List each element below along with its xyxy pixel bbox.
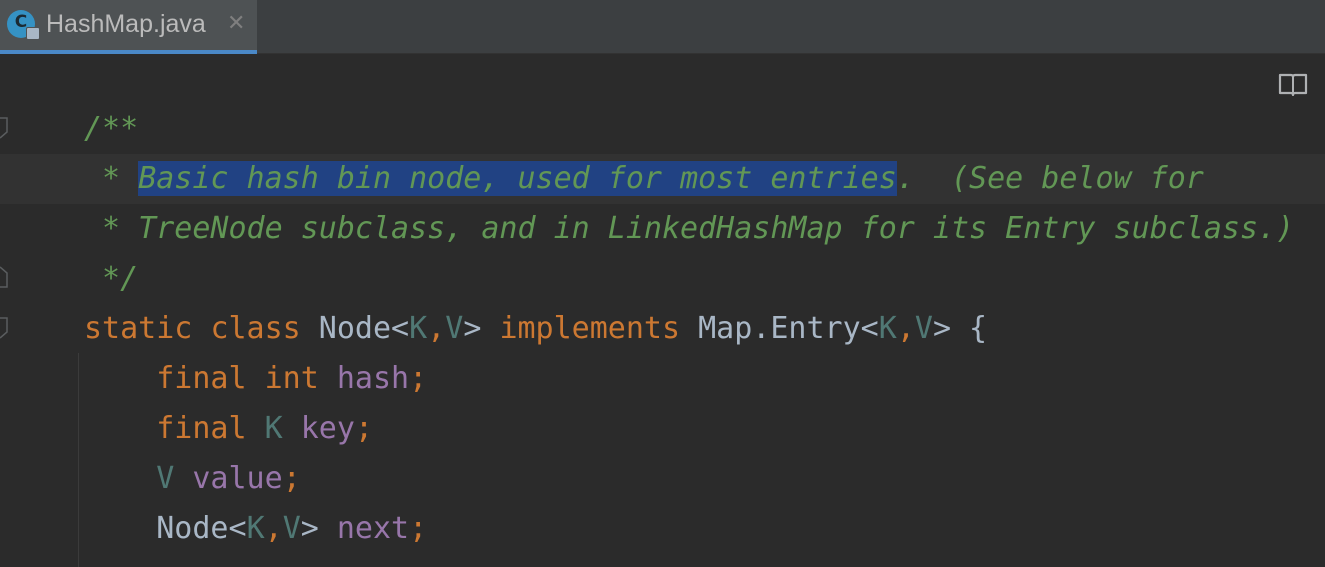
book-icon[interactable]	[1278, 72, 1308, 96]
code-line[interactable]: /**	[0, 104, 1325, 154]
class-declaration: static class Node<K,V> implements Map.En…	[84, 311, 988, 346]
code-line[interactable]: * TreeNode subclass, and in LinkedHashMa…	[0, 204, 1325, 254]
comment-text: * TreeNode subclass, and in LinkedHashMa…	[84, 211, 1295, 246]
field-declaration: V value;	[156, 461, 301, 496]
tab-title: HashMap.java	[46, 10, 206, 38]
code-line[interactable]: Node<K,V> next;	[0, 504, 1325, 554]
code-line[interactable]: V value;	[0, 454, 1325, 504]
comment-text: /**	[84, 111, 139, 146]
code-line[interactable]: static class Node<K,V> implements Map.En…	[0, 304, 1325, 354]
code-line[interactable]: final int hash;	[0, 354, 1325, 404]
editor-tab-bar: C HashMap.java ✕	[0, 0, 1325, 54]
code-editor[interactable]: /** * Basic hash bin node, used for most…	[0, 104, 1325, 554]
close-icon[interactable]: ✕	[227, 11, 245, 36]
comment-text: * Basic hash bin node, used for most ent…	[84, 161, 1204, 196]
tab-hashmap-java[interactable]: C HashMap.java ✕	[0, 0, 257, 54]
text-selection: Basic hash bin node, used for most entri…	[138, 161, 897, 196]
lock-icon	[26, 27, 40, 40]
field-declaration: final int hash;	[156, 361, 428, 396]
code-line-current[interactable]: * Basic hash bin node, used for most ent…	[0, 154, 1325, 204]
field-declaration: Node<K,V> next;	[84, 511, 428, 546]
code-line[interactable]: final K key;	[0, 404, 1325, 454]
code-line[interactable]: */	[0, 254, 1325, 304]
editor-window: C HashMap.java ✕ /** * Basic hash bin no…	[0, 0, 1325, 567]
java-class-icon: C	[7, 10, 40, 40]
comment-text: */	[84, 261, 139, 296]
field-declaration: final K key;	[156, 411, 373, 446]
